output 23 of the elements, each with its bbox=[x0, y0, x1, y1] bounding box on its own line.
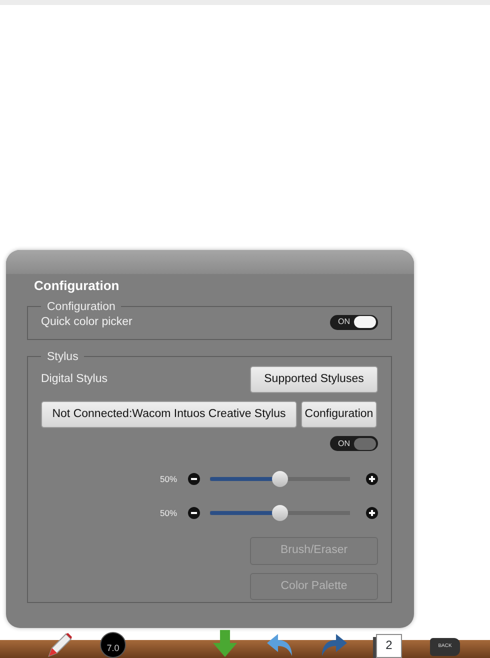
supported-styluses-button[interactable]: Supported Styluses bbox=[250, 366, 378, 393]
brush-size-icon[interactable]: 7.0 bbox=[100, 632, 126, 658]
toggle-switch[interactable]: ON bbox=[330, 314, 378, 330]
connect-stylus-button[interactable]: Not Connected:Wacom Intuos Creative Stylus bbox=[41, 401, 297, 428]
panel-title: Configuration bbox=[34, 277, 120, 295]
setting-label: Quick color picker bbox=[41, 314, 132, 330]
page-count-icon[interactable]: 2 bbox=[376, 634, 402, 658]
group-legend: Stylus bbox=[41, 350, 84, 364]
slider-thumb[interactable] bbox=[272, 505, 288, 522]
slider-thumb[interactable] bbox=[272, 471, 288, 488]
setting-label: Digital Stylus bbox=[41, 372, 108, 387]
plus-icon[interactable] bbox=[366, 473, 378, 486]
configuration-button[interactable]: Configuration bbox=[301, 401, 377, 428]
minus-icon[interactable] bbox=[188, 507, 200, 520]
redo-icon[interactable] bbox=[320, 632, 348, 658]
plus-icon[interactable] bbox=[366, 507, 378, 520]
undo-icon[interactable] bbox=[266, 632, 294, 658]
slider-reading: 50% bbox=[160, 506, 178, 520]
pencil-icon[interactable] bbox=[45, 632, 73, 658]
minus-icon[interactable] bbox=[188, 473, 200, 486]
down-arrow-icon[interactable] bbox=[212, 630, 238, 658]
group-legend: Configuration bbox=[41, 300, 122, 314]
slider-reading: 50% bbox=[160, 472, 178, 486]
